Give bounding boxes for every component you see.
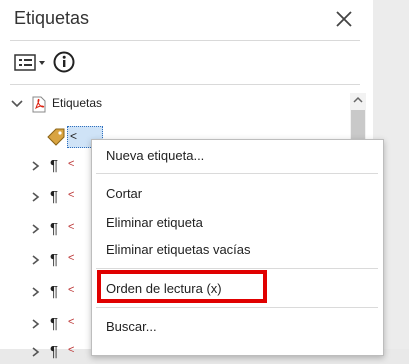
paragraph-icon: ¶ (50, 251, 59, 268)
tag-label: < (68, 158, 75, 170)
menu-separator (96, 307, 378, 308)
header-divider (10, 40, 360, 41)
tag-label: < (68, 284, 75, 296)
tree-root-label[interactable]: Etiquetas (52, 96, 102, 110)
scroll-up-arrow-icon[interactable] (350, 93, 366, 107)
paragraph-icon: ¶ (50, 220, 59, 237)
close-icon[interactable] (330, 6, 358, 34)
tag-label: < (68, 189, 75, 201)
chevron-down-icon[interactable] (9, 97, 25, 111)
paragraph-icon: ¶ (50, 343, 59, 360)
menu-item-delete-tag[interactable]: Eliminar etiqueta (106, 215, 203, 230)
info-icon[interactable] (53, 51, 75, 73)
chevron-right-icon[interactable] (28, 285, 42, 299)
paragraph-icon: ¶ (50, 188, 59, 205)
tag-label: < (68, 344, 75, 356)
paragraph-icon: ¶ (50, 315, 59, 332)
menu-separator (96, 173, 378, 174)
chevron-right-icon[interactable] (28, 317, 42, 331)
chevron-right-icon[interactable] (28, 159, 42, 173)
tag-label: < (68, 316, 75, 328)
chevron-right-icon[interactable] (28, 190, 42, 204)
context-menu: Nueva etiqueta... Cortar Eliminar etique… (91, 139, 384, 356)
paragraph-icon: ¶ (50, 283, 59, 300)
menu-item-reading-order[interactable]: Orden de lectura (x) (106, 281, 222, 296)
toolbar-divider (10, 84, 360, 85)
tag-label: < (68, 221, 75, 233)
chevron-right-icon[interactable] (28, 222, 42, 236)
menu-item-delete-empty-tags[interactable]: Eliminar etiquetas vacías (106, 242, 251, 257)
tag-label: < (68, 252, 75, 264)
panel-title: Etiquetas (14, 8, 90, 28)
paragraph-icon: ¶ (50, 157, 59, 174)
menu-item-search[interactable]: Buscar... (106, 319, 157, 334)
menu-item-cut[interactable]: Cortar (106, 186, 142, 201)
chevron-right-icon[interactable] (28, 253, 42, 267)
tag-icon (46, 127, 66, 147)
pdf-file-icon (32, 96, 46, 113)
menu-separator (96, 268, 378, 269)
options-menu-icon[interactable] (14, 52, 48, 74)
chevron-right-icon[interactable] (28, 345, 42, 359)
menu-item-new-tag[interactable]: Nueva etiqueta... (106, 148, 204, 163)
